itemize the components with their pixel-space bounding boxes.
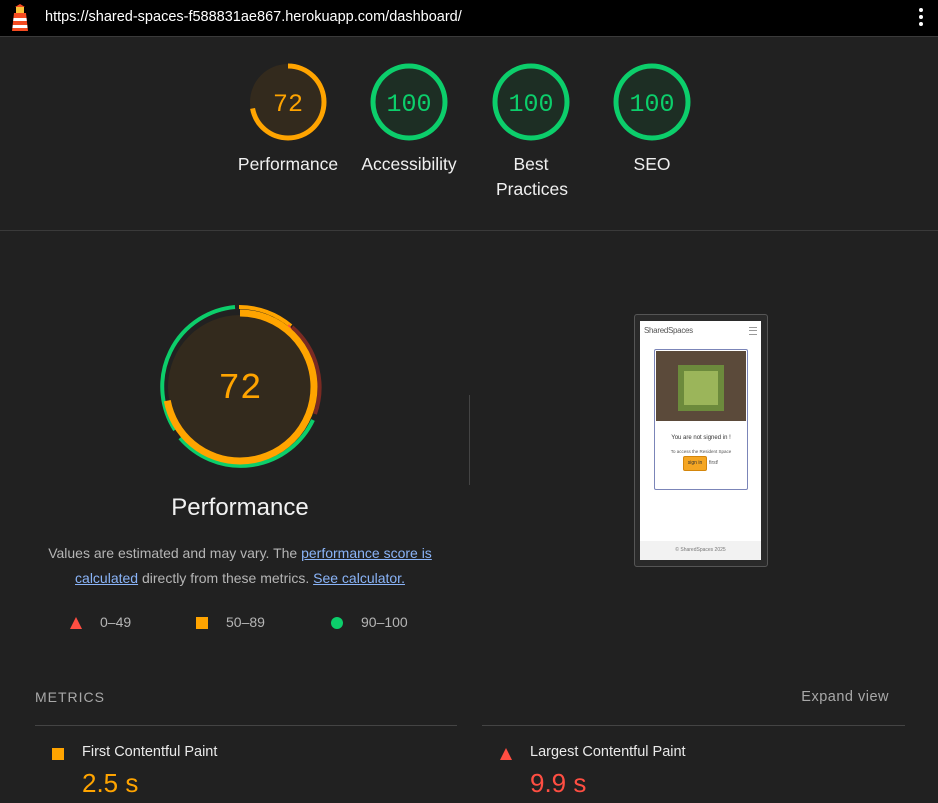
gauge-accessibility[interactable]: 100 Accessibility bbox=[349, 60, 469, 177]
screenshot-card: You are not signed in ! To access the Re… bbox=[654, 349, 748, 490]
best-practices-score-ring: 100 bbox=[492, 63, 570, 141]
gauge-performance[interactable]: 72 Performance bbox=[228, 60, 348, 177]
desc-text-2: directly from these metrics. bbox=[138, 570, 314, 586]
triangle-icon bbox=[70, 617, 82, 629]
metrics-divider-left bbox=[35, 725, 457, 726]
more-options-icon[interactable] bbox=[918, 6, 924, 28]
big-score-value: 72 bbox=[218, 368, 261, 409]
performance-description: Values are estimated and may vary. The p… bbox=[30, 541, 450, 591]
url-bar: https://shared-spaces-f588831ae867.herok… bbox=[0, 0, 938, 37]
legend-range: 50–89 bbox=[226, 614, 265, 630]
report-url[interactable]: https://shared-spaces-f588831ae867.herok… bbox=[45, 9, 462, 25]
vertical-divider bbox=[469, 395, 470, 485]
screenshot-access-text: To access the Resident Space bbox=[670, 449, 732, 454]
expand-view-button[interactable]: Expand view bbox=[801, 689, 889, 705]
performance-detail-gauge: 72 bbox=[160, 304, 322, 468]
legend-range: 90–100 bbox=[361, 614, 408, 630]
metric-value: 2.5 s bbox=[82, 768, 139, 798]
square-icon bbox=[52, 748, 64, 760]
screenshot-footer: © SharedSpaces 2025 bbox=[640, 541, 761, 560]
screenshot-brand: SharedSpaces bbox=[644, 326, 693, 335]
screenshot-screen: SharedSpaces You are not signed in ! To … bbox=[640, 321, 761, 560]
circle-icon bbox=[331, 617, 343, 629]
best-practices-score-value: 100 bbox=[508, 90, 553, 119]
metric-value: 9.9 s bbox=[530, 768, 587, 798]
section-divider bbox=[0, 230, 938, 231]
hamburger-icon bbox=[749, 327, 757, 335]
performance-title: Performance bbox=[171, 494, 309, 521]
performance-score-value: 72 bbox=[273, 90, 303, 119]
accessibility-score-value: 100 bbox=[386, 90, 431, 119]
gauge-label: Best Practices bbox=[496, 154, 568, 199]
see-calculator-link[interactable]: See calculator. bbox=[313, 570, 405, 586]
gauge-best-practices[interactable]: 100 Best Practices bbox=[471, 60, 591, 202]
stone-window-image bbox=[656, 351, 746, 421]
metric-label: Largest Contentful Paint bbox=[530, 744, 686, 760]
screenshot-not-signed-text: You are not signed in ! bbox=[671, 435, 731, 441]
legend-range: 0–49 bbox=[100, 614, 132, 630]
performance-score-ring: 72 bbox=[249, 63, 327, 141]
lighthouse-icon bbox=[12, 4, 28, 31]
final-screenshot[interactable]: SharedSpaces You are not signed in ! To … bbox=[634, 314, 768, 567]
accessibility-score-ring: 100 bbox=[370, 63, 448, 141]
seo-score-ring: 100 bbox=[613, 63, 691, 141]
desc-text-1: Values are estimated and may vary. The bbox=[48, 545, 302, 561]
metric-label: First Contentful Paint bbox=[82, 744, 218, 760]
screenshot-signin-button: sign in bbox=[683, 456, 707, 471]
square-icon bbox=[196, 617, 208, 629]
metrics-divider-right bbox=[482, 725, 905, 726]
gauge-label: SEO bbox=[633, 154, 671, 174]
seo-score-value: 100 bbox=[629, 90, 674, 119]
gauge-seo[interactable]: 100 SEO bbox=[592, 60, 712, 177]
metrics-heading: METRICS bbox=[35, 689, 105, 705]
screenshot-first-text: first! bbox=[709, 460, 719, 466]
gauge-label: Performance bbox=[237, 154, 339, 174]
gauge-label: Accessibility bbox=[361, 154, 457, 174]
triangle-icon bbox=[500, 748, 512, 760]
